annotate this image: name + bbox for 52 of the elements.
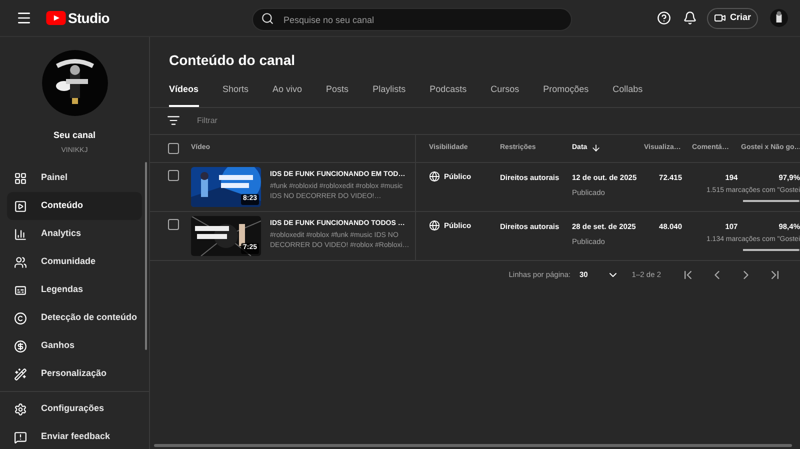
like-ratio-bar xyxy=(743,249,800,252)
tab[interactable]: Shorts xyxy=(222,83,249,106)
sidebar-item[interactable]: Ganhos xyxy=(7,332,142,360)
page-title: Conteúdo do canal xyxy=(169,51,296,70)
globe-icon xyxy=(429,170,440,182)
brand-name: Studio xyxy=(68,8,110,28)
sidebar-item[interactable]: Comunidade xyxy=(7,248,142,276)
sidebar-item[interactable]: Configurações xyxy=(7,395,142,423)
checkbox[interactable] xyxy=(168,170,179,180)
feedback-icon xyxy=(14,430,27,444)
sort-arrow-icon xyxy=(591,143,602,153)
magic-wand-icon xyxy=(14,368,27,380)
checkbox[interactable] xyxy=(168,218,179,230)
help-icon[interactable] xyxy=(656,11,671,25)
settings-icon xyxy=(14,402,27,416)
dollar-icon xyxy=(14,340,27,352)
sidebar-item[interactable]: Legendas xyxy=(7,276,142,304)
tab[interactable]: Collabs xyxy=(612,83,643,106)
sidebar-item[interactable]: Painel xyxy=(7,164,142,192)
search-icon xyxy=(261,12,274,24)
tab[interactable]: Ao vivo xyxy=(272,83,302,106)
sidebar-item[interactable]: Analytics xyxy=(7,220,142,248)
sidebar-item[interactable]: Enviar feedback xyxy=(7,423,142,449)
filter-icon[interactable] xyxy=(167,114,180,127)
create-button[interactable]: Criar xyxy=(706,8,758,28)
captions-icon xyxy=(14,284,27,296)
copyright-icon xyxy=(14,312,27,324)
sidebar-item[interactable]: Conteúdo xyxy=(7,192,142,220)
tab[interactable]: Vídeos xyxy=(169,83,199,106)
checkbox[interactable] xyxy=(168,142,179,154)
like-ratio-bar xyxy=(743,200,800,202)
grid-icon xyxy=(14,172,27,184)
sidebar-item[interactable]: Detecção de conteúdo xyxy=(7,304,142,332)
logo-icon[interactable] xyxy=(46,11,66,25)
people-icon xyxy=(14,256,27,268)
scrollbar[interactable] xyxy=(145,162,147,350)
tab[interactable]: Playlists xyxy=(372,83,406,106)
tab[interactable]: Promoções xyxy=(543,83,589,106)
video-icon xyxy=(14,200,27,212)
video-camera-icon xyxy=(714,12,726,24)
sidebar-item[interactable]: Personalização xyxy=(7,360,142,388)
notifications-icon[interactable] xyxy=(682,11,697,25)
channel-title: Seu canal xyxy=(53,129,96,142)
search-field[interactable]: Pesquise no seu canal xyxy=(252,8,572,31)
tab[interactable]: Podcasts xyxy=(430,83,467,106)
bar-chart-icon xyxy=(14,228,27,240)
filter-field[interactable]: Filtrar xyxy=(197,114,397,126)
menu-icon[interactable] xyxy=(16,10,32,26)
tab[interactable]: Cursos xyxy=(490,83,520,106)
tab[interactable]: Posts xyxy=(326,83,349,106)
scrollbar[interactable] xyxy=(154,444,792,447)
globe-icon xyxy=(429,220,440,230)
